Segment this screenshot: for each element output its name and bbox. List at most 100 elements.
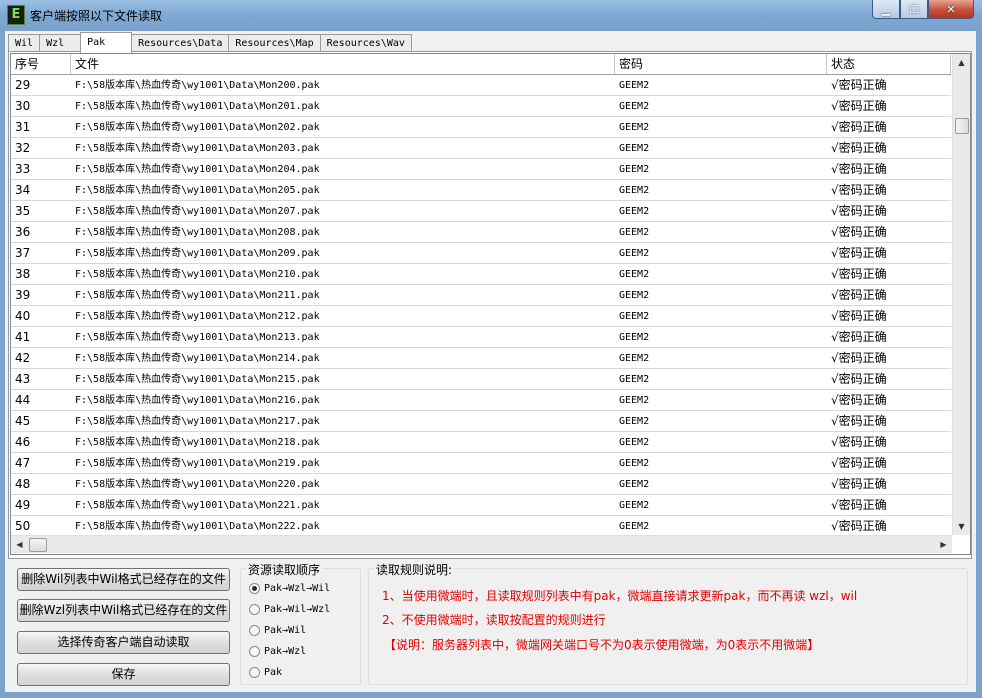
cell-file: F:\58版本库\热血传奇\wy1001\Data\Mon212.pak [75, 311, 320, 322]
maximize-button[interactable]: ☐ [900, 0, 928, 19]
vertical-scrollbar[interactable]: ▲ ▼ [952, 54, 970, 535]
cell-password: GEEM2 [619, 269, 650, 280]
cell-index: 30 [15, 99, 31, 113]
radio-order-1[interactable]: Pak→Wzl→Wil [249, 580, 330, 596]
cell-index: 39 [15, 288, 31, 302]
maximize-icon: ☐ [909, 2, 919, 16]
vertical-scroll-thumb[interactable] [955, 118, 969, 134]
cell-password: GEEM2 [619, 395, 650, 406]
cell-index: 48 [15, 477, 31, 491]
auto-read-button[interactable]: 选择传奇客户端自动读取 [17, 631, 230, 654]
cell-status: √密码正确 [831, 204, 887, 218]
cell-status: √密码正确 [831, 456, 887, 470]
cell-index: 44 [15, 393, 31, 407]
table-row[interactable]: 49 F:\58版本库\热血传奇\wy1001\Data\Mon221.pak GE… [11, 495, 951, 516]
table-row[interactable]: 47 F:\58版本库\热血传奇\wy1001\Data\Mon219.pak GE… [11, 453, 951, 474]
column-header-password[interactable]: 密码 [615, 54, 827, 74]
table-row[interactable]: 34 F:\58版本库\热血传奇\wy1001\Data\Mon205.pak GE… [11, 180, 951, 201]
table-row[interactable]: 30 F:\58版本库\热血传奇\wy1001\Data\Mon201.pak GE… [11, 96, 951, 117]
rule-note: 【说明：服务器列表中，微端网关端口号不为0表示使用微端，为0表示不用微端】 [384, 638, 820, 652]
cell-password: GEEM2 [619, 290, 650, 301]
cell-password: GEEM2 [619, 248, 650, 259]
tab-pak[interactable]: Pak [80, 32, 133, 53]
scroll-right-icon[interactable]: ▶ [935, 536, 952, 553]
table-row[interactable]: 48 F:\58版本库\热血传奇\wy1001\Data\Mon220.pak GE… [11, 474, 951, 495]
cell-index: 33 [15, 162, 31, 176]
radio-order-3[interactable]: Pak→Wil [249, 622, 306, 638]
cell-index: 37 [15, 246, 31, 260]
cell-password: GEEM2 [619, 185, 650, 196]
table-row[interactable]: 44 F:\58版本库\热血传奇\wy1001\Data\Mon216.pak GE… [11, 390, 951, 411]
delete-wzl-button[interactable]: 删除Wzl列表中Wil格式已经存在的文件 [17, 599, 230, 622]
cell-password: GEEM2 [619, 206, 650, 217]
cell-status: √密码正确 [831, 141, 887, 155]
table-row[interactable]: 29 F:\58版本库\热血传奇\wy1001\Data\Mon200.pak GE… [11, 75, 951, 96]
cell-file: F:\58版本库\热血传奇\wy1001\Data\Mon209.pak [75, 248, 320, 259]
cell-file: F:\58版本库\热血传奇\wy1001\Data\Mon214.pak [75, 353, 320, 364]
table-row[interactable]: 39 F:\58版本库\热血传奇\wy1001\Data\Mon211.pak GE… [11, 285, 951, 306]
horizontal-scrollbar[interactable]: ◀ ▶ [11, 535, 952, 553]
cell-file: F:\58版本库\热血传奇\wy1001\Data\Mon207.pak [75, 206, 320, 217]
table-row[interactable]: 35 F:\58版本库\热血传奇\wy1001\Data\Mon207.pak GE… [11, 201, 951, 222]
column-header-index[interactable]: 序号 [11, 54, 71, 74]
tab-wzl[interactable]: Wzl [39, 34, 82, 52]
cell-password: GEEM2 [619, 437, 650, 448]
table-row[interactable]: 42 F:\58版本库\热血传奇\wy1001\Data\Mon214.pak GE… [11, 348, 951, 369]
radio-icon [249, 603, 260, 615]
table-row[interactable]: 43 F:\58版本库\热血传奇\wy1001\Data\Mon215.pak GE… [11, 369, 951, 390]
cell-password: GEEM2 [619, 80, 650, 91]
column-header-status[interactable]: 状态 [827, 54, 951, 74]
radio-order-4[interactable]: Pak→Wzl [249, 643, 306, 659]
tab-resources-wav[interactable]: Resources\Wav [319, 34, 412, 52]
minimize-button[interactable]: ▁ [872, 0, 900, 19]
rule-line-1: 1、当使用微端时，且读取规则列表中有pak，微端直接请求更新pak，而不再读 w… [382, 589, 858, 603]
cell-file: F:\58版本库\热血传奇\wy1001\Data\Mon202.pak [75, 122, 320, 133]
file-list[interactable]: 序号 文件 密码 状态 29 F:\58版本库\热血传奇\wy1001\Data\… [10, 53, 971, 555]
cell-password: GEEM2 [619, 374, 650, 385]
table-row[interactable]: 45 F:\58版本库\热血传奇\wy1001\Data\Mon217.pak GE… [11, 411, 951, 432]
cell-password: GEEM2 [619, 416, 650, 427]
delete-wil-button[interactable]: 删除Wil列表中Wil格式已经存在的文件 [17, 568, 230, 591]
cell-password: GEEM2 [619, 332, 650, 343]
cell-index: 45 [15, 414, 31, 428]
cell-file: F:\58版本库\热血传奇\wy1001\Data\Mon210.pak [75, 269, 320, 280]
tab-wil[interactable]: Wil [8, 34, 41, 52]
cell-password: GEEM2 [619, 353, 650, 364]
table-row[interactable]: 36 F:\58版本库\热血传奇\wy1001\Data\Mon208.pak GE… [11, 222, 951, 243]
title-bar[interactable]: E 客户端按照以下文件读取 ▁ ☐ ✕ [0, 0, 982, 30]
cell-index: 31 [15, 120, 31, 134]
cell-file: F:\58版本库\热血传奇\wy1001\Data\Mon217.pak [75, 416, 320, 427]
horizontal-scroll-thumb[interactable] [29, 538, 47, 552]
scroll-down-icon[interactable]: ▼ [953, 518, 970, 535]
cell-password: GEEM2 [619, 164, 650, 175]
cell-password: GEEM2 [619, 479, 650, 490]
cell-index: 42 [15, 351, 31, 365]
table-row[interactable]: 46 F:\58版本库\热血传奇\wy1001\Data\Mon218.pak GE… [11, 432, 951, 453]
list-body: 29 F:\58版本库\热血传奇\wy1001\Data\Mon200.pak GE… [11, 75, 951, 537]
close-button[interactable]: ✕ [928, 0, 974, 19]
list-header: 序号 文件 密码 状态 [11, 54, 951, 75]
table-row[interactable]: 40 F:\58版本库\热血传奇\wy1001\Data\Mon212.pak GE… [11, 306, 951, 327]
table-row[interactable]: 32 F:\58版本库\热血传奇\wy1001\Data\Mon203.pak GE… [11, 138, 951, 159]
column-header-file[interactable]: 文件 [71, 54, 615, 74]
tab-resources-data[interactable]: Resources\Data [131, 34, 230, 52]
cell-file: F:\58版本库\热血传奇\wy1001\Data\Mon221.pak [75, 500, 320, 511]
cell-password: GEEM2 [619, 311, 650, 322]
scroll-left-icon[interactable]: ◀ [11, 536, 28, 553]
radio-order-2[interactable]: Pak→Wil→Wzl [249, 601, 330, 617]
save-button[interactable]: 保存 [17, 663, 230, 686]
cell-file: F:\58版本库\热血传奇\wy1001\Data\Mon213.pak [75, 332, 320, 343]
cell-status: √密码正确 [831, 330, 887, 344]
radio-order-5[interactable]: Pak [249, 664, 282, 680]
cell-file: F:\58版本库\热血传奇\wy1001\Data\Mon220.pak [75, 479, 320, 490]
table-row[interactable]: 31 F:\58版本库\热血传奇\wy1001\Data\Mon202.pak GE… [11, 117, 951, 138]
table-row[interactable]: 37 F:\58版本库\热血传奇\wy1001\Data\Mon209.pak GE… [11, 243, 951, 264]
table-row[interactable]: 50 F:\58版本库\热血传奇\wy1001\Data\Mon222.pak GE… [11, 516, 951, 537]
scroll-up-icon[interactable]: ▲ [953, 54, 970, 71]
tab-resources-map[interactable]: Resources\Map [228, 34, 321, 52]
cell-index: 35 [15, 204, 31, 218]
table-row[interactable]: 33 F:\58版本库\热血传奇\wy1001\Data\Mon204.pak GE… [11, 159, 951, 180]
table-row[interactable]: 41 F:\58版本库\热血传奇\wy1001\Data\Mon213.pak GE… [11, 327, 951, 348]
table-row[interactable]: 38 F:\58版本库\热血传奇\wy1001\Data\Mon210.pak GE… [11, 264, 951, 285]
cell-status: √密码正确 [831, 435, 887, 449]
